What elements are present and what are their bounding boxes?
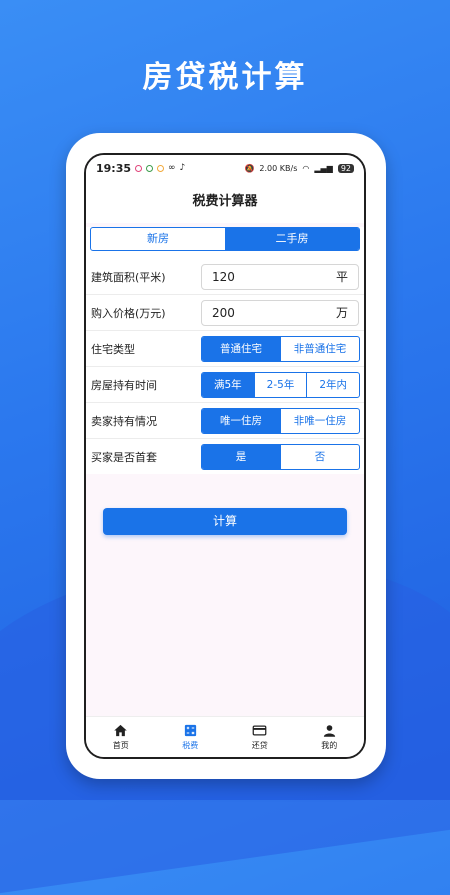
tab-second-hand-house[interactable]: 二手房	[225, 228, 359, 250]
residence-type-row: 住宅类型 普通住宅 非普通住宅	[86, 331, 364, 367]
status-time: 19:35	[96, 161, 132, 175]
area-label: 建筑面积(平米)	[91, 270, 166, 284]
residence-type-selector: 普通住宅 非普通住宅	[201, 335, 360, 362]
notification-icon	[135, 164, 143, 172]
tiktok-icon: ♪	[179, 163, 186, 173]
seller-status-label: 卖家持有情况	[91, 414, 157, 428]
price-row: 购入价格(万元) 200 万	[86, 295, 364, 331]
tab-tax[interactable]: 税费	[165, 723, 215, 751]
mute-icon: 🔕	[244, 163, 255, 173]
page-title: 税费计算器	[86, 181, 364, 223]
network-speed: 2.00 KB/s	[259, 163, 298, 173]
house-type-tabs: 新房 二手房	[90, 227, 360, 251]
tab-home-label: 首页	[112, 741, 129, 750]
buyer-first-selector: 是 否	[201, 443, 360, 470]
area-unit: 平	[335, 270, 348, 284]
price-unit: 万	[335, 306, 348, 320]
form-panel: 新房 二手房 建筑面积(平米) 120 平 购入价格(万元) 200 万 住宅类…	[86, 227, 364, 474]
notification-icon	[146, 164, 154, 172]
notification-icon	[157, 164, 165, 172]
bottom-tab-bar: 首页 税费 还贷 我的	[86, 716, 364, 757]
holding-time-label: 房屋持有时间	[91, 378, 157, 392]
price-label: 购入价格(万元)	[91, 306, 166, 320]
area-input[interactable]: 120 平	[201, 263, 359, 290]
option-under-2-years[interactable]: 2年内	[306, 372, 359, 397]
tab-repay[interactable]: 还贷	[235, 723, 285, 751]
option-ordinary-residence[interactable]: 普通住宅	[202, 336, 280, 361]
buyer-first-row: 买家是否首套 是 否	[86, 439, 364, 474]
status-bar: 19:35 ∞ ♪ 🔕 2.00 KB/s ◠ ▂▄▆ 92	[86, 155, 364, 181]
option-not-only-home[interactable]: 非唯一住房	[280, 408, 359, 433]
calculator-icon	[184, 724, 196, 737]
seller-status-row: 卖家持有情况 唯一住房 非唯一住房	[86, 403, 364, 439]
signal-icon: ▂▄▆	[314, 163, 333, 173]
wifi-icon: ◠	[302, 163, 310, 173]
buyer-first-label: 买家是否首套	[91, 450, 157, 464]
home-icon	[114, 724, 127, 737]
option-over-5-years[interactable]: 满5年	[202, 372, 254, 397]
app-screen: 19:35 ∞ ♪ 🔕 2.00 KB/s ◠ ▂▄▆ 92 税费计算器 新房 …	[84, 153, 366, 759]
tab-home[interactable]: 首页	[96, 723, 146, 751]
option-2-5-years[interactable]: 2-5年	[253, 372, 307, 397]
seller-status-selector: 唯一住房 非唯一住房	[201, 407, 360, 434]
tab-mine[interactable]: 我的	[304, 723, 354, 751]
area-value: 120	[212, 269, 235, 284]
tab-repay-label: 还贷	[251, 741, 268, 750]
area-row: 建筑面积(平米) 120 平	[86, 259, 364, 295]
calculate-button[interactable]: 计算	[103, 508, 347, 535]
card-icon	[252, 725, 267, 736]
battery-indicator: 92	[337, 163, 354, 173]
option-no[interactable]: 否	[280, 444, 359, 469]
tab-tax-label: 税费	[182, 741, 199, 750]
person-icon	[323, 725, 335, 737]
residence-type-label: 住宅类型	[91, 342, 135, 356]
link-icon: ∞	[168, 163, 176, 173]
holding-time-row: 房屋持有时间 满5年 2-5年 2年内	[86, 367, 364, 403]
price-input[interactable]: 200 万	[201, 299, 359, 326]
holding-time-selector: 满5年 2-5年 2年内	[201, 371, 360, 398]
price-value: 200	[212, 305, 235, 320]
promo-headline: 房贷税计算	[142, 60, 308, 95]
option-only-home[interactable]: 唯一住房	[202, 408, 280, 433]
option-non-ordinary-residence[interactable]: 非普通住宅	[280, 336, 359, 361]
option-yes[interactable]: 是	[202, 444, 280, 469]
tab-new-house[interactable]: 新房	[91, 228, 225, 250]
tab-mine-label: 我的	[321, 741, 338, 750]
